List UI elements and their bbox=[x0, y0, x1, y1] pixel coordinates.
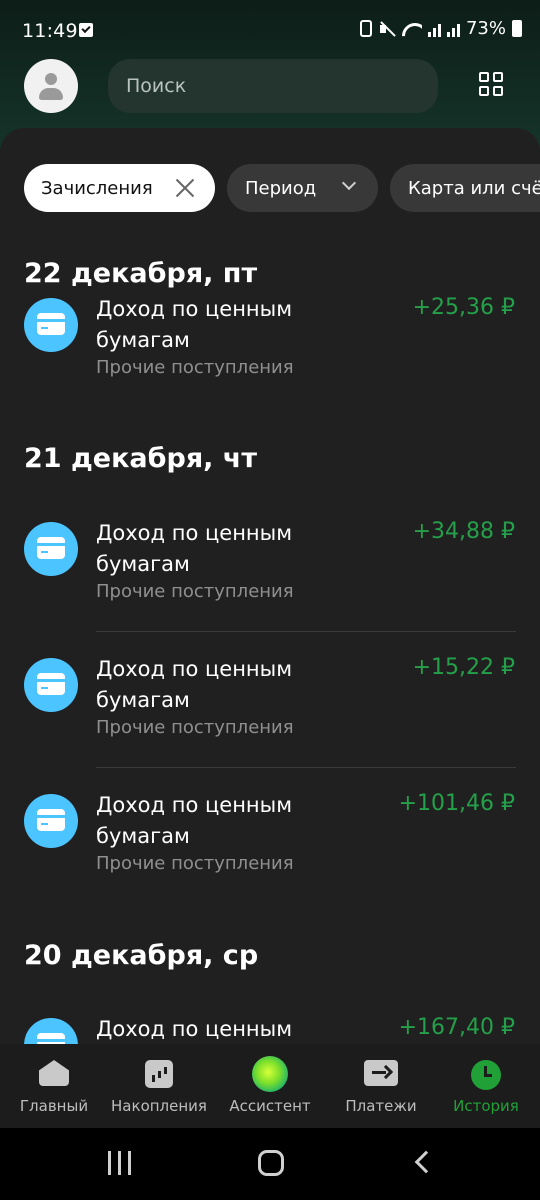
savings-chart-icon bbox=[145, 1060, 173, 1088]
close-icon[interactable] bbox=[174, 177, 196, 199]
transaction-row[interactable]: Доход по ценным бумагам +167,40 ₽ bbox=[0, 1014, 540, 1044]
date-header: 22 декабря, пт bbox=[24, 258, 258, 289]
transaction-amount: +101,46 ₽ bbox=[398, 791, 515, 816]
filter-chip-card[interactable]: Карта или счё bbox=[390, 164, 540, 212]
nav-item-savings[interactable]: Накопления bbox=[105, 1044, 213, 1128]
filter-chip-period-label: Период bbox=[245, 177, 317, 199]
transaction-title: Доход по ценным бумагам bbox=[96, 1017, 293, 1041]
transaction-category: Прочие поступления bbox=[96, 853, 294, 874]
transaction-amount: +167,40 ₽ bbox=[398, 1015, 515, 1040]
transaction-title: Доход по ценным бумагам bbox=[96, 793, 293, 848]
transaction-title: Доход по ценным бумагам bbox=[96, 297, 293, 352]
transaction-category: Прочие поступления bbox=[96, 357, 294, 378]
bottom-nav: Главный Накопления Ассистент Платежи Ист… bbox=[0, 1044, 540, 1128]
transaction-category: Прочие поступления bbox=[96, 581, 294, 602]
nav-item-label: Главный bbox=[19, 1097, 89, 1115]
transaction-title: Доход по ценным бумагам bbox=[96, 657, 293, 712]
status-time: 11:49 bbox=[22, 20, 78, 42]
avatar-head bbox=[45, 73, 57, 85]
transaction-row[interactable]: Доход по ценным бумагам Прочие поступлен… bbox=[0, 294, 540, 404]
history-clock-icon bbox=[471, 1060, 501, 1090]
divider bbox=[96, 631, 516, 632]
signal-2-icon bbox=[446, 21, 460, 37]
avatar[interactable] bbox=[24, 59, 78, 113]
filter-chip-credits[interactable]: Зачисления bbox=[24, 164, 215, 212]
search-input[interactable] bbox=[108, 59, 438, 113]
filter-chips: Зачисления Период Карта или счё bbox=[24, 164, 540, 212]
transaction-amount: +25,36 ₽ bbox=[412, 295, 515, 320]
date-header: 21 декабря, чт bbox=[24, 443, 257, 474]
mute-icon bbox=[378, 21, 396, 37]
transaction-amount: +34,88 ₽ bbox=[412, 519, 515, 544]
payments-arrow-icon bbox=[364, 1060, 398, 1086]
home-button-icon[interactable] bbox=[258, 1150, 284, 1176]
nav-item-payments[interactable]: Платежи bbox=[327, 1044, 435, 1128]
divider bbox=[96, 767, 516, 768]
battery-percent: 73% bbox=[465, 18, 506, 39]
nav-item-assistant[interactable]: Ассистент bbox=[216, 1044, 324, 1128]
transaction-row[interactable]: Доход по ценным бумагам Прочие поступлен… bbox=[0, 518, 540, 628]
nav-item-label: Ассистент bbox=[229, 1097, 311, 1115]
history-panel: Зачисления Период Карта или счё 22 декаб… bbox=[0, 128, 540, 1044]
home-icon bbox=[39, 1060, 69, 1086]
nav-item-label: Платежи bbox=[345, 1097, 417, 1115]
battery-saver-icon bbox=[359, 20, 372, 37]
notification-check-icon bbox=[79, 23, 93, 37]
signal-icon bbox=[427, 21, 441, 37]
date-header: 20 декабря, ср bbox=[24, 940, 259, 971]
nav-item-home[interactable]: Главный bbox=[0, 1044, 108, 1128]
filter-chip-period[interactable]: Период bbox=[227, 164, 378, 212]
card-icon bbox=[24, 794, 78, 848]
nav-item-history[interactable]: История bbox=[432, 1044, 540, 1128]
system-nav-bar bbox=[0, 1128, 540, 1200]
wifi-icon bbox=[402, 21, 422, 37]
search-field[interactable] bbox=[108, 59, 438, 113]
transaction-amount: +15,22 ₽ bbox=[412, 655, 515, 680]
filter-chip-credits-label: Зачисления bbox=[41, 177, 153, 199]
nav-item-label: Накопления bbox=[111, 1097, 207, 1115]
avatar-body bbox=[39, 88, 63, 100]
card-icon bbox=[24, 1018, 78, 1044]
status-bar: 11:49 73% bbox=[0, 0, 540, 60]
transaction-row[interactable]: Доход по ценным бумагам Прочие поступлен… bbox=[0, 790, 540, 900]
card-icon bbox=[24, 298, 78, 352]
assistant-orb-icon bbox=[252, 1056, 288, 1092]
transaction-category: Прочие поступления bbox=[96, 717, 294, 738]
back-icon[interactable] bbox=[414, 1150, 438, 1174]
chevron-down-icon bbox=[341, 175, 357, 191]
status-icons: 73% bbox=[359, 18, 522, 39]
card-icon bbox=[24, 658, 78, 712]
transaction-title: Доход по ценным бумагам bbox=[96, 521, 293, 576]
recent-apps-icon[interactable] bbox=[108, 1151, 132, 1175]
apps-grid-icon[interactable] bbox=[479, 72, 505, 98]
filter-chip-card-label: Карта или счё bbox=[408, 177, 540, 199]
nav-item-label: История bbox=[453, 1097, 519, 1115]
card-icon bbox=[24, 522, 78, 576]
transaction-row[interactable]: Доход по ценным бумагам Прочие поступлен… bbox=[0, 654, 540, 764]
battery-icon bbox=[512, 20, 522, 37]
